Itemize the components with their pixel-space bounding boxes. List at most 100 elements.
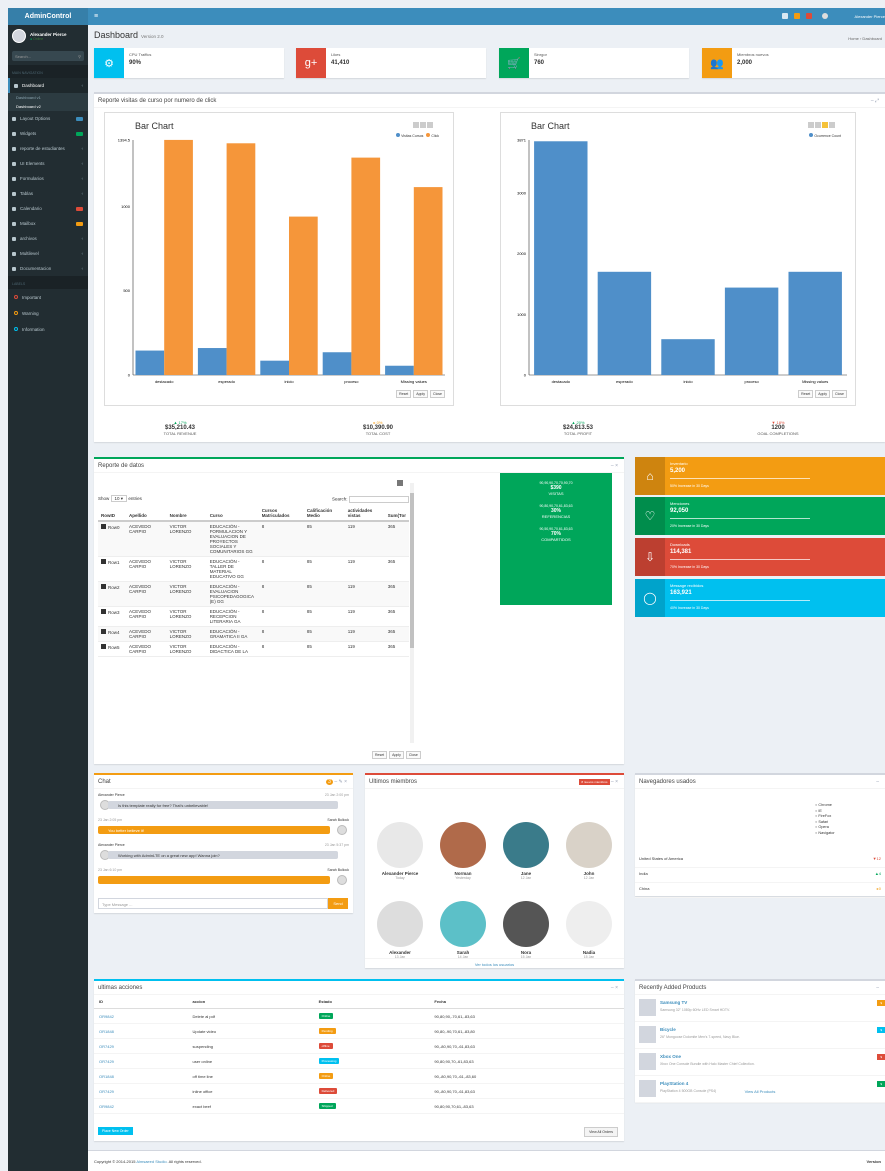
column-header[interactable]: Calificación Medio: [303, 506, 345, 522]
table-buttons[interactable]: Reset Apply Close: [372, 751, 421, 759]
member-item[interactable]: Alexander 13 Jan: [370, 901, 430, 959]
view-all-products-link[interactable]: View All Products: [635, 1089, 885, 1094]
table-row[interactable]: Row3 ACEVEDO CARPIO VICTOR LORENZO EDUCACIÓ…: [98, 606, 409, 627]
product-name[interactable]: Samsung TV: [660, 1000, 687, 1005]
view-all-orders-button[interactable]: View All Orders: [584, 1127, 618, 1137]
chart-1-buttons[interactable]: Reset Apply Close: [396, 390, 445, 398]
order-id-cell[interactable]: OR9842: [94, 1008, 188, 1024]
column-header[interactable]: Cursos Matriculados: [258, 506, 304, 522]
table-row[interactable]: OR9842 exact beef Shipped 90,80,90,70,61,-8…: [94, 1098, 624, 1114]
member-item[interactable]: Alexander Pierce Today: [370, 822, 430, 880]
product-item[interactable]: Xbox One Xbox One Console Bundle with Hal…: [635, 1049, 885, 1076]
table-row[interactable]: Row1 ACEVEDO CARPIO VICTOR LORENZO EDUCACIÓ…: [98, 556, 409, 582]
order-id-link[interactable]: OR1848: [99, 1029, 114, 1034]
box-tools[interactable]: – ×: [611, 985, 618, 991]
studio-link[interactable]: Almsaeed Studio.: [136, 1159, 167, 1164]
table-row[interactable]: OR9842 Delete al pdf Online 90,80,90,-70,61…: [94, 1008, 624, 1024]
product-name[interactable]: PlayStation 4: [660, 1081, 688, 1086]
show-entries[interactable]: Show 10 ▾ entries: [98, 495, 142, 502]
chart-2-buttons[interactable]: Reset Apply Close: [798, 390, 847, 398]
column-header[interactable]: RowID: [98, 506, 126, 522]
box-tools[interactable]: – ⤢: [871, 98, 879, 104]
flag-icon[interactable]: [806, 13, 812, 19]
order-id-cell[interactable]: OR7429: [94, 1053, 188, 1069]
order-id-cell[interactable]: OR7429: [94, 1038, 188, 1054]
order-id-cell[interactable]: OR1848: [94, 1023, 188, 1039]
bell-icon[interactable]: [794, 13, 800, 19]
label-item[interactable]: Information: [8, 321, 88, 337]
sidebar-item-10[interactable]: Multilevel ‹: [8, 246, 88, 261]
product-item[interactable]: Samsung TV Samsung 32" 1080p 60Hz LED Sma…: [635, 995, 885, 1022]
member-item[interactable]: John 12 Jan: [559, 822, 619, 880]
member-item[interactable]: Nora 15 Jan: [496, 901, 556, 959]
member-item[interactable]: Nadia 15 Jan: [559, 901, 619, 959]
order-id-cell[interactable]: OR1848: [94, 1068, 188, 1084]
order-id-cell[interactable]: OR7429: [94, 1083, 188, 1099]
box-tools[interactable]: 3 – ✎ ×: [326, 778, 347, 785]
place-order-button[interactable]: Place New Order: [98, 1127, 133, 1135]
order-id-link[interactable]: OR7429: [99, 1059, 114, 1064]
box-tools[interactable]: 8 nuevos miembros – ×: [579, 778, 618, 785]
product-name[interactable]: Xbox One: [660, 1054, 681, 1059]
table-row[interactable]: OR1848 Update video Pending 90,80,-90,70,61…: [94, 1023, 624, 1039]
table-row[interactable]: OR7429 user online Processing 90,80,90,70,-…: [94, 1053, 624, 1069]
sidebar-item-4[interactable]: UI Elements ‹: [8, 156, 88, 171]
box-tools[interactable]: – ×: [611, 463, 618, 469]
sidebar-item-1[interactable]: Layout Options: [8, 111, 88, 126]
table-row[interactable]: Row5 ACEVEDO CARPIO VICTOR LORENZO EDUCACIÓ…: [98, 641, 409, 657]
column-header[interactable]: Sum(Tor: [384, 506, 409, 522]
table-row[interactable]: OR7429 suspending offline 90,-80,90,70,-61,…: [94, 1038, 624, 1054]
order-id-link[interactable]: OR1848: [99, 1074, 114, 1079]
brand-logo[interactable]: AdminControl: [8, 8, 88, 25]
table-row[interactable]: Row4 ACEVEDO CARPIO VICTOR LORENZO EDUCACIÓ…: [98, 626, 409, 642]
table-row[interactable]: OR1848 off time line Online 90,-80,90,70,-6…: [94, 1068, 624, 1084]
member-item[interactable]: Jane 12 Jan: [496, 822, 556, 880]
label-item[interactable]: Important: [8, 289, 88, 305]
order-id-link[interactable]: OR9842: [99, 1014, 114, 1019]
table-search[interactable]: Search:: [332, 496, 409, 503]
view-all-users-link[interactable]: Ver todos los usuarios: [365, 958, 624, 967]
print-icon[interactable]: [397, 480, 403, 486]
user-avatar-icon[interactable]: [822, 13, 828, 19]
label-item[interactable]: Warning: [8, 305, 88, 321]
mail-icon[interactable]: [782, 13, 788, 19]
order-id-cell[interactable]: OR9842: [94, 1098, 188, 1114]
sidebar-item-11[interactable]: Documentacion ‹: [8, 261, 88, 276]
country-row[interactable]: India ▲4: [635, 868, 885, 883]
sidebar-toggle-icon[interactable]: ≡: [94, 13, 98, 20]
box-tools[interactable]: –: [876, 779, 879, 785]
sidebar-item-9[interactable]: archivos ‹: [8, 231, 88, 246]
table-row[interactable]: Row2 ACEVEDO CARPIO VICTOR LORENZO EDUCACIÓ…: [98, 581, 409, 607]
sidebar-item-8[interactable]: Mailbox: [8, 216, 88, 231]
sidebar-item-6[interactable]: Tablas ‹: [8, 186, 88, 201]
sidebar-item-3[interactable]: reporte de estudiantes ‹: [8, 141, 88, 156]
column-header[interactable]: Curso: [206, 506, 259, 522]
member-item[interactable]: Norman Yesterday: [433, 822, 493, 880]
subnav-item[interactable]: Dashboard v1: [8, 93, 88, 102]
send-button[interactable]: Send: [328, 898, 348, 909]
sidebar-item-0[interactable]: Dashboard ‹: [8, 78, 88, 93]
sidebar-item-5[interactable]: Formularios ‹: [8, 171, 88, 186]
sidebar-item-2[interactable]: Widgets: [8, 126, 88, 141]
product-name[interactable]: Bicycle: [660, 1027, 676, 1032]
order-id-link[interactable]: OR7429: [99, 1044, 114, 1049]
table-row[interactable]: Row0 ACEVEDO CARPIO VICTOR LORENZO EDUCACIÓ…: [98, 521, 409, 557]
column-header[interactable]: Apellido: [126, 506, 167, 522]
search-input[interactable]: Search... ⚲: [12, 51, 84, 61]
column-header[interactable]: actividades vistas: [344, 506, 385, 522]
order-id-link[interactable]: OR7429: [99, 1089, 114, 1094]
chat-input[interactable]: Type Message ...: [98, 898, 328, 909]
country-row[interactable]: United States of America ▼12: [635, 853, 885, 868]
top-user-name[interactable]: Alexander Pierce: [855, 14, 885, 19]
product-item[interactable]: Bicycle 26" Mongoose Dolomite Men's 7-spe…: [635, 1022, 885, 1049]
column-header[interactable]: Nombre: [166, 506, 207, 522]
scrollbar[interactable]: [410, 483, 414, 743]
breadcrumb[interactable]: Home › Dashboard: [848, 36, 882, 41]
country-row[interactable]: China ▸0: [635, 883, 885, 898]
search-icon[interactable]: ⚲: [78, 54, 81, 59]
box-tools[interactable]: –: [876, 985, 879, 991]
order-id-link[interactable]: OR9842: [99, 1104, 114, 1109]
table-row[interactable]: OR7429 inline office Delivered 90,-80,90,70…: [94, 1083, 624, 1099]
member-item[interactable]: Sarah 14 Jan: [433, 901, 493, 959]
subnav-item[interactable]: Dashboard v2: [8, 102, 88, 111]
